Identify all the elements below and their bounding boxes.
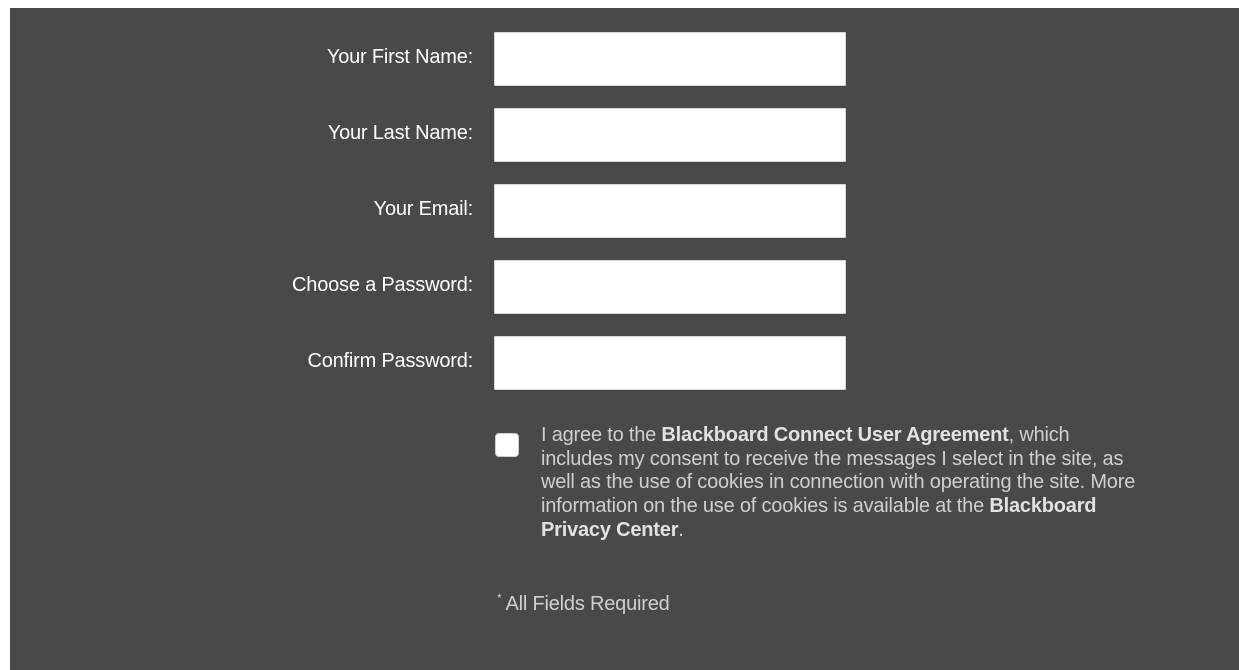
agreement-checkbox[interactable] [495, 433, 519, 457]
agreement-text-after: . [678, 518, 684, 541]
user-agreement-link[interactable]: Blackboard Connect User Agreement [661, 424, 1008, 446]
required-fields-text: All Fields Required [505, 593, 670, 615]
required-asterisk: * [497, 591, 502, 605]
last-name-row: Your Last Name: [10, 108, 1239, 164]
choose-password-row: Choose a Password: [10, 260, 1239, 316]
email-input[interactable] [494, 184, 846, 238]
required-fields-note: * All Fields Required [497, 591, 670, 616]
confirm-password-label: Confirm Password: [307, 350, 473, 372]
registration-form-panel: Your First Name: Your Last Name: Your Em… [10, 8, 1239, 670]
first-name-row: Your First Name: [10, 32, 1239, 88]
choose-password-input[interactable] [494, 260, 846, 314]
agreement-text-before: I agree to the [541, 424, 662, 446]
choose-password-label: Choose a Password: [292, 274, 473, 296]
confirm-password-input[interactable] [494, 336, 846, 390]
agreement-text: I agree to the Blackboard Connect User A… [541, 424, 1141, 543]
confirm-password-row: Confirm Password: [10, 336, 1239, 392]
first-name-label: Your First Name: [326, 46, 473, 68]
email-row: Your Email: [10, 184, 1239, 240]
email-label: Your Email: [373, 198, 474, 220]
first-name-input[interactable] [494, 32, 846, 86]
last-name-input[interactable] [494, 108, 846, 162]
last-name-label: Your Last Name: [327, 122, 473, 144]
